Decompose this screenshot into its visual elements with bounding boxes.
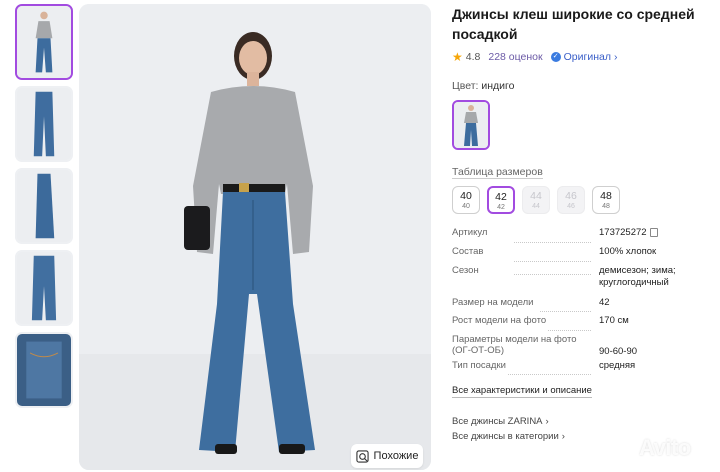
color-swatch-indigo[interactable]	[452, 100, 490, 150]
size-sub-label: 42	[497, 204, 505, 211]
size-option-40[interactable]: 40 40	[452, 186, 480, 214]
size-sub-label: 44	[532, 203, 540, 210]
spec-key: Артикул	[452, 227, 599, 246]
check-icon: ✓	[550, 52, 561, 62]
spec-row-model-params: Параметры модели на фото (ОГ-ОТ-ОБ) 90-6…	[452, 334, 714, 360]
thumbnail-3[interactable]	[15, 168, 73, 244]
color-swatch-image	[454, 102, 488, 148]
size-sub-label: 46	[567, 203, 575, 210]
thumbnail-5[interactable]	[15, 332, 73, 408]
chevron-right-icon: ›	[545, 416, 549, 427]
size-selector: 40 40 42 42 44 44 46 46 48 48	[452, 186, 714, 214]
size-option-46[interactable]: 46 46	[557, 186, 585, 214]
spec-row-model-size: Размер на модели 42	[452, 297, 714, 315]
size-label: 48	[600, 190, 612, 202]
product-title: Джинсы клеш широкие со средней посадкой	[452, 6, 695, 42]
size-sub-label: 40	[462, 203, 470, 210]
spec-row-article: Артикул 173725272	[452, 227, 714, 246]
brand-all-link[interactable]: Все джинсы ZARINA ›	[452, 416, 714, 427]
specs-table: Артикул 173725272 Состав 100% хлопок Сез…	[452, 227, 714, 378]
spec-value: средняя	[599, 360, 636, 371]
thumbnail-5-image	[17, 334, 71, 406]
main-product-image	[79, 4, 431, 470]
thumbnail-4-image	[17, 252, 71, 324]
category-all-label: Все джинсы в категории	[452, 431, 559, 442]
thumbnail-list	[15, 4, 73, 414]
brand-all-label: Все джинсы ZARINA	[452, 416, 543, 427]
thumbnail-2[interactable]	[15, 86, 73, 162]
thumbnail-1[interactable]	[15, 4, 73, 80]
spec-key: Сезон	[452, 265, 599, 297]
chevron-right-icon: ›	[613, 51, 618, 63]
size-option-42[interactable]: 42 42	[487, 186, 515, 214]
thumbnail-4[interactable]	[15, 250, 73, 326]
spec-value: 170 см	[599, 315, 629, 326]
all-specs-row: Все характеристики и описание	[452, 380, 714, 398]
size-option-44[interactable]: 44 44	[522, 186, 550, 214]
avito-logo-icon	[615, 439, 634, 458]
spec-value[interactable]: 173725272	[599, 227, 709, 246]
main-product-photo[interactable]: Похожие	[79, 4, 431, 470]
spec-value: 42	[599, 297, 610, 308]
watermark-text: Avito	[639, 435, 691, 460]
reviews-link[interactable]: 228 оценок	[488, 51, 542, 63]
spec-key: Тип посадки	[452, 360, 599, 378]
chevron-right-icon: ›	[561, 431, 565, 442]
copy-icon[interactable]	[649, 227, 658, 237]
rating-row: ★ 4.8 228 оценок ✓ Оригинал ›	[452, 50, 714, 64]
similar-search-icon	[355, 449, 369, 463]
thumbnail-1-image	[17, 6, 71, 78]
color-label: Цвет: индиго	[452, 80, 714, 92]
star-icon: ★	[452, 50, 463, 64]
size-sub-label: 48	[602, 203, 610, 210]
spec-row-composition: Состав 100% хлопок	[452, 246, 714, 265]
size-label: 40	[460, 190, 472, 202]
size-label: 42	[495, 191, 507, 203]
product-info: Джинсы клеш широкие со средней посадкой …	[452, 4, 714, 442]
spec-key: Состав	[452, 246, 599, 265]
spec-value: демисезон; зима; круглогодичный	[599, 265, 676, 288]
similar-button-label: Похожие	[373, 450, 419, 462]
similar-button[interactable]: Похожие	[351, 444, 423, 468]
color-label-key: Цвет:	[452, 80, 479, 92]
color-label-value: индиго	[481, 80, 515, 92]
size-label: 46	[565, 190, 577, 202]
spec-key: Рост модели на фото	[452, 315, 599, 334]
spec-key: Параметры модели на фото (ОГ-ОТ-ОБ)	[452, 334, 577, 356]
thumbnail-2-image	[17, 88, 71, 160]
size-option-48[interactable]: 48 48	[592, 186, 620, 214]
size-table-link[interactable]: Таблица размеров	[452, 166, 543, 179]
spec-key: Размер на модели	[452, 297, 599, 315]
spec-row-model-height: Рост модели на фото 170 см	[452, 315, 714, 334]
spec-value: 90-60-90	[599, 346, 638, 357]
spec-row-season: Сезон демисезон; зима; круглогодичный	[452, 265, 714, 297]
spec-row-rise: Тип посадки средняя	[452, 360, 714, 378]
avito-watermark: Avito	[612, 433, 712, 463]
original-label: Оригинал	[563, 51, 611, 63]
thumbnail-3-image	[17, 170, 71, 242]
spec-value: 100% хлопок	[599, 246, 657, 257]
rating-value: 4.8	[465, 51, 481, 63]
size-label: 44	[530, 190, 542, 202]
all-specs-link[interactable]: Все характеристики и описание	[452, 385, 592, 398]
original-badge[interactable]: ✓ Оригинал ›	[550, 51, 618, 63]
